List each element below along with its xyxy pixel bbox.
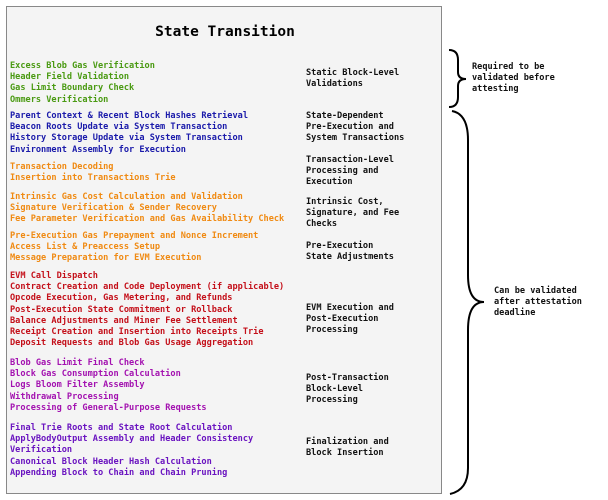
brace-after-attestation [449, 110, 485, 495]
note-line: Can be validated [494, 286, 577, 296]
note-after-attestation: Can be validated after attestation deadl… [494, 286, 582, 320]
note-line: validated before [472, 73, 555, 84]
note-line: after attestation [494, 297, 582, 308]
note-line: deadline [494, 308, 536, 319]
note-line: attesting [472, 84, 519, 95]
note-before-attesting: Required to be validated before attestin… [472, 62, 555, 96]
note-line: Required to be [472, 62, 545, 72]
brace-before-attesting [448, 49, 467, 108]
